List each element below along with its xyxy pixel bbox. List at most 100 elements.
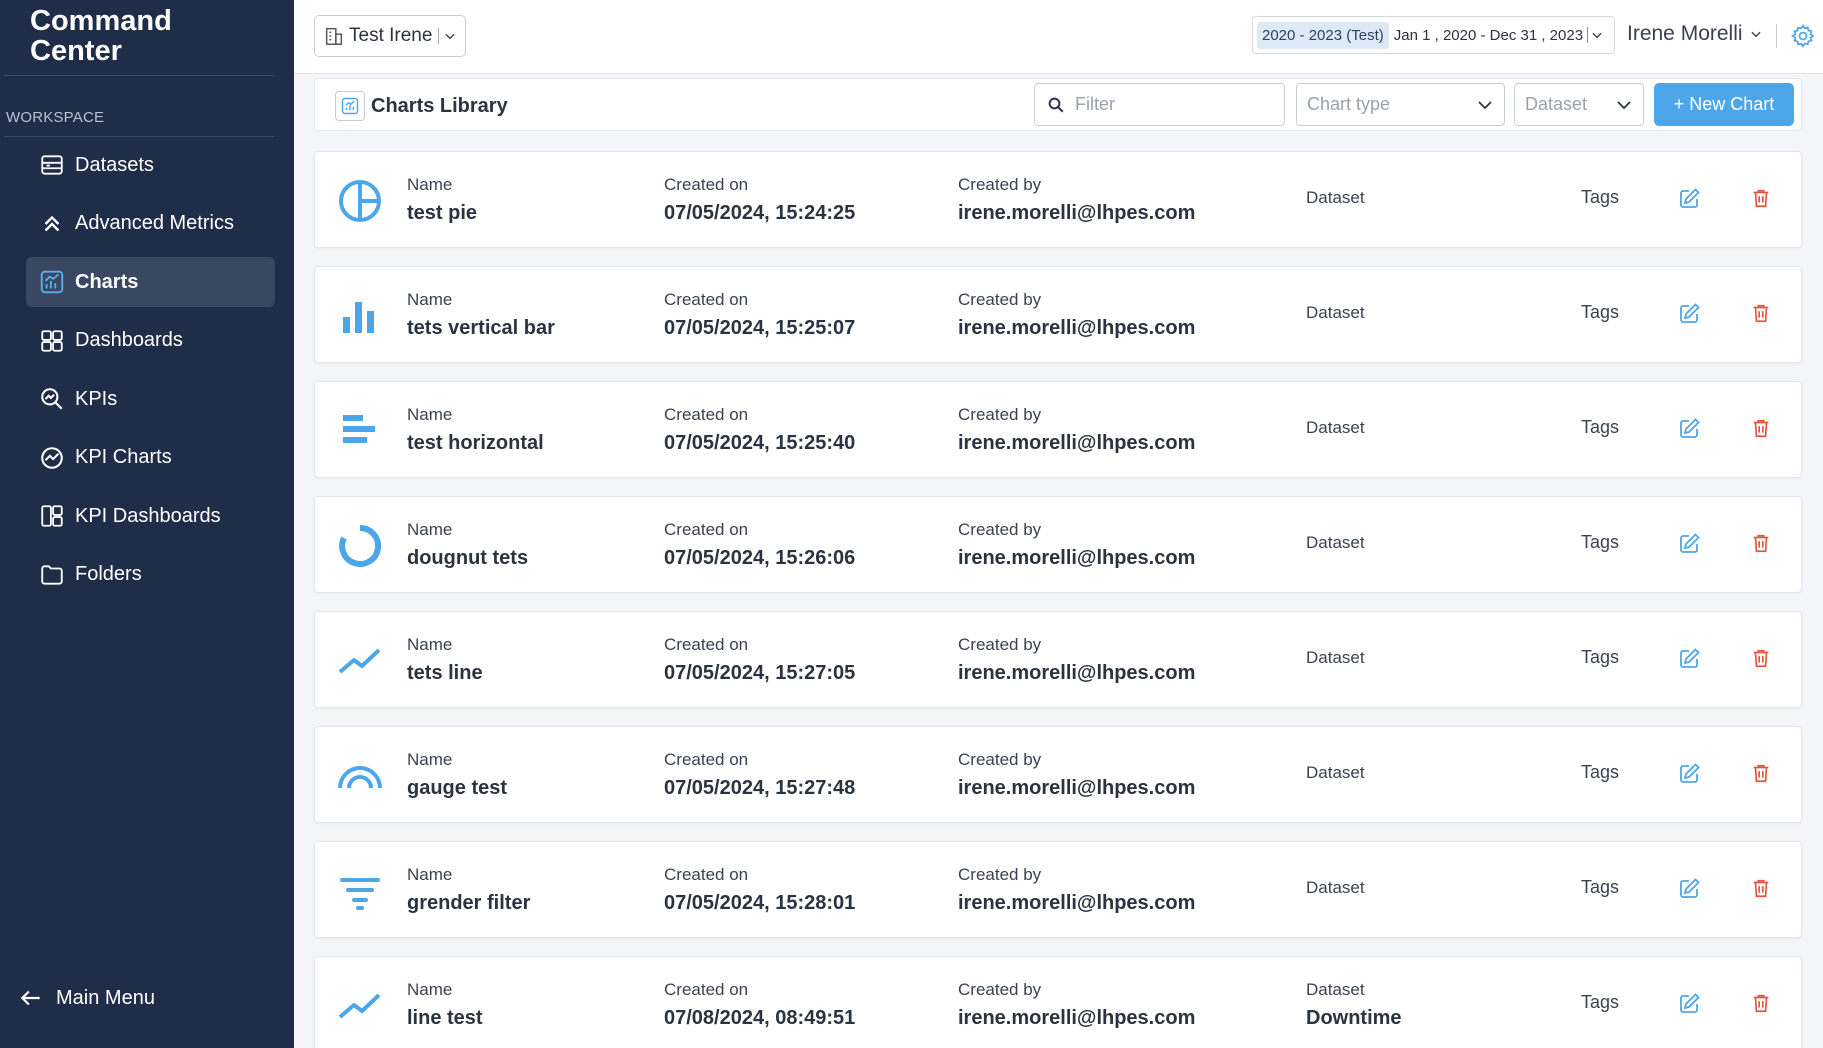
created-on-cell: Created on 07/05/2024, 15:24:25 (664, 174, 855, 226)
created-by-label: Created by (958, 865, 1042, 884)
chart-row[interactable]: Name test pie Created on 07/05/2024, 15:… (314, 151, 1802, 248)
filter-field[interactable] (1034, 83, 1285, 126)
edit-icon[interactable] (1678, 761, 1702, 785)
dashboard-icon (38, 327, 66, 355)
edit-icon[interactable] (1678, 991, 1702, 1015)
brand-title: Command Center (30, 6, 180, 66)
delete-icon[interactable] (1750, 647, 1772, 669)
created-by-label: Created by (958, 290, 1042, 309)
delete-icon[interactable] (1750, 187, 1772, 209)
filter-input[interactable] (1075, 94, 1275, 115)
created-on-cell: Created on 07/05/2024, 15:27:05 (664, 634, 855, 686)
page-title: Charts Library (335, 91, 508, 121)
dataset-select[interactable]: Dataset (1514, 83, 1644, 126)
search-icon (1048, 97, 1064, 112)
delete-icon[interactable] (1750, 762, 1772, 784)
edit-icon[interactable] (1678, 531, 1702, 555)
created-on-label: Created on (664, 865, 749, 884)
created-on-cell: Created on 07/05/2024, 15:28:01 (664, 864, 855, 916)
pie-chart-icon (337, 178, 383, 224)
name-label: Name (407, 865, 453, 884)
tags-label: Tags (1581, 647, 1620, 667)
dataset-cell: Dataset (1306, 417, 1365, 439)
chart-name: grender filter (407, 892, 531, 914)
sidebar-item-kpis[interactable]: KPIs (26, 374, 275, 424)
created-on-label: Created on (664, 980, 749, 999)
name-label: Name (407, 405, 453, 424)
delete-icon[interactable] (1750, 992, 1772, 1014)
created-by-cell: Created by irene.morelli@lhpes.com (958, 519, 1195, 571)
workspace-section-label: WORKSPACE (6, 109, 105, 126)
dataset-label: Dataset (1306, 980, 1365, 999)
chart-row[interactable]: Name dougnut tets Created on 07/05/2024,… (314, 496, 1802, 593)
chart-type-select[interactable]: Chart type (1296, 83, 1505, 126)
chart-row[interactable]: Name grender filter Created on 07/05/202… (314, 841, 1802, 938)
created-on-cell: Created on 07/05/2024, 15:25:07 (664, 289, 855, 341)
kpi-dashboard-icon (38, 502, 66, 530)
new-chart-button[interactable]: + New Chart (1654, 83, 1794, 126)
organization-select[interactable]: Test Irene (314, 15, 466, 57)
chart-name-cell: Name tets line (407, 634, 483, 686)
edit-icon[interactable] (1678, 416, 1702, 440)
gear-icon[interactable] (1790, 23, 1816, 49)
date-range-text: Jan 1 , 2020 - Dec 31 , 2023 (1393, 26, 1584, 44)
edit-icon[interactable] (1678, 186, 1702, 210)
line-chart-icon (337, 983, 383, 1029)
created-by-cell: Created by irene.morelli@lhpes.com (958, 864, 1195, 916)
sidebar-item-advanced-metrics[interactable]: Advanced Metrics (26, 199, 275, 249)
name-label: Name (407, 635, 453, 654)
created-on-cell: Created on 07/05/2024, 15:27:48 (664, 749, 855, 801)
sidebar-item-dashboards[interactable]: Dashboards (26, 316, 275, 366)
created-on-value: 07/05/2024, 15:25:07 (664, 317, 856, 339)
edit-icon[interactable] (1678, 646, 1702, 670)
delete-icon[interactable] (1750, 302, 1772, 324)
created-by-value: irene.morelli@lhpes.com (958, 777, 1196, 799)
created-on-value: 07/05/2024, 15:24:25 (664, 202, 856, 224)
charts-list: Name test pie Created on 07/05/2024, 15:… (314, 151, 1802, 1048)
chart-row[interactable]: Name test horizontal Created on 07/05/20… (314, 381, 1802, 478)
chart-row[interactable]: Name tets line Created on 07/05/2024, 15… (314, 611, 1802, 708)
dataset-label: Dataset (1306, 533, 1365, 552)
chart-row[interactable]: Name gauge test Created on 07/05/2024, 1… (314, 726, 1802, 823)
tags-label: Tags (1581, 762, 1620, 782)
dataset-label: Dataset (1306, 418, 1365, 437)
chevron-down-icon (1750, 31, 1761, 38)
dataset-value: Downtime (1306, 1007, 1402, 1029)
created-by-cell: Created by irene.morelli@lhpes.com (958, 634, 1195, 686)
sidebar-item-label: Datasets (75, 153, 154, 176)
dataset-label: Dataset (1306, 763, 1365, 782)
chart-row[interactable]: Name tets vertical bar Created on 07/05/… (314, 266, 1802, 363)
dataset-cell: Dataset Downtime (1306, 979, 1402, 1031)
name-label: Name (407, 750, 453, 769)
edit-icon[interactable] (1678, 876, 1702, 900)
created-on-label: Created on (664, 405, 749, 424)
building-icon (325, 27, 343, 45)
sidebar-item-label: KPI Charts (75, 446, 172, 468)
chevron-down-icon (1592, 32, 1602, 39)
delete-icon[interactable] (1750, 877, 1772, 899)
delete-icon[interactable] (1750, 417, 1772, 439)
sidebar-item-charts[interactable]: Charts (26, 257, 275, 307)
edit-icon[interactable] (1678, 301, 1702, 325)
sidebar-item-kpi-charts[interactable]: KPI Charts (26, 433, 275, 483)
chart-row[interactable]: Name line test Created on 07/08/2024, 08… (314, 956, 1802, 1048)
sidebar-item-datasets[interactable]: Datasets (26, 140, 275, 190)
brand-title-text: Command Center (30, 5, 172, 67)
created-by-label: Created by (958, 405, 1042, 424)
delete-icon[interactable] (1750, 532, 1772, 554)
user-menu[interactable]: Irene Morelli (1627, 22, 1763, 46)
dataset-cell: Dataset (1306, 877, 1365, 899)
dataset-label: Dataset (1306, 303, 1365, 322)
sidebar-item-folders[interactable]: Folders (26, 550, 275, 600)
chart-name-cell: Name gauge test (407, 749, 507, 801)
sidebar-item-kpi-dashboards[interactable]: KPI Dashboards (26, 491, 275, 541)
dataset-cell: Dataset (1306, 647, 1365, 669)
chart-icon (335, 91, 365, 121)
date-range-picker[interactable]: 2020 - 2023 (Test) Jan 1 , 2020 - Dec 31… (1252, 16, 1615, 54)
created-on-label: Created on (664, 175, 749, 194)
created-by-cell: Created by irene.morelli@lhpes.com (958, 749, 1195, 801)
main-menu-link[interactable]: Main Menu (18, 985, 155, 1011)
created-on-value: 07/05/2024, 15:27:05 (664, 662, 856, 684)
double-chevron-up-icon (38, 210, 66, 238)
chart-name: tets line (407, 662, 483, 684)
